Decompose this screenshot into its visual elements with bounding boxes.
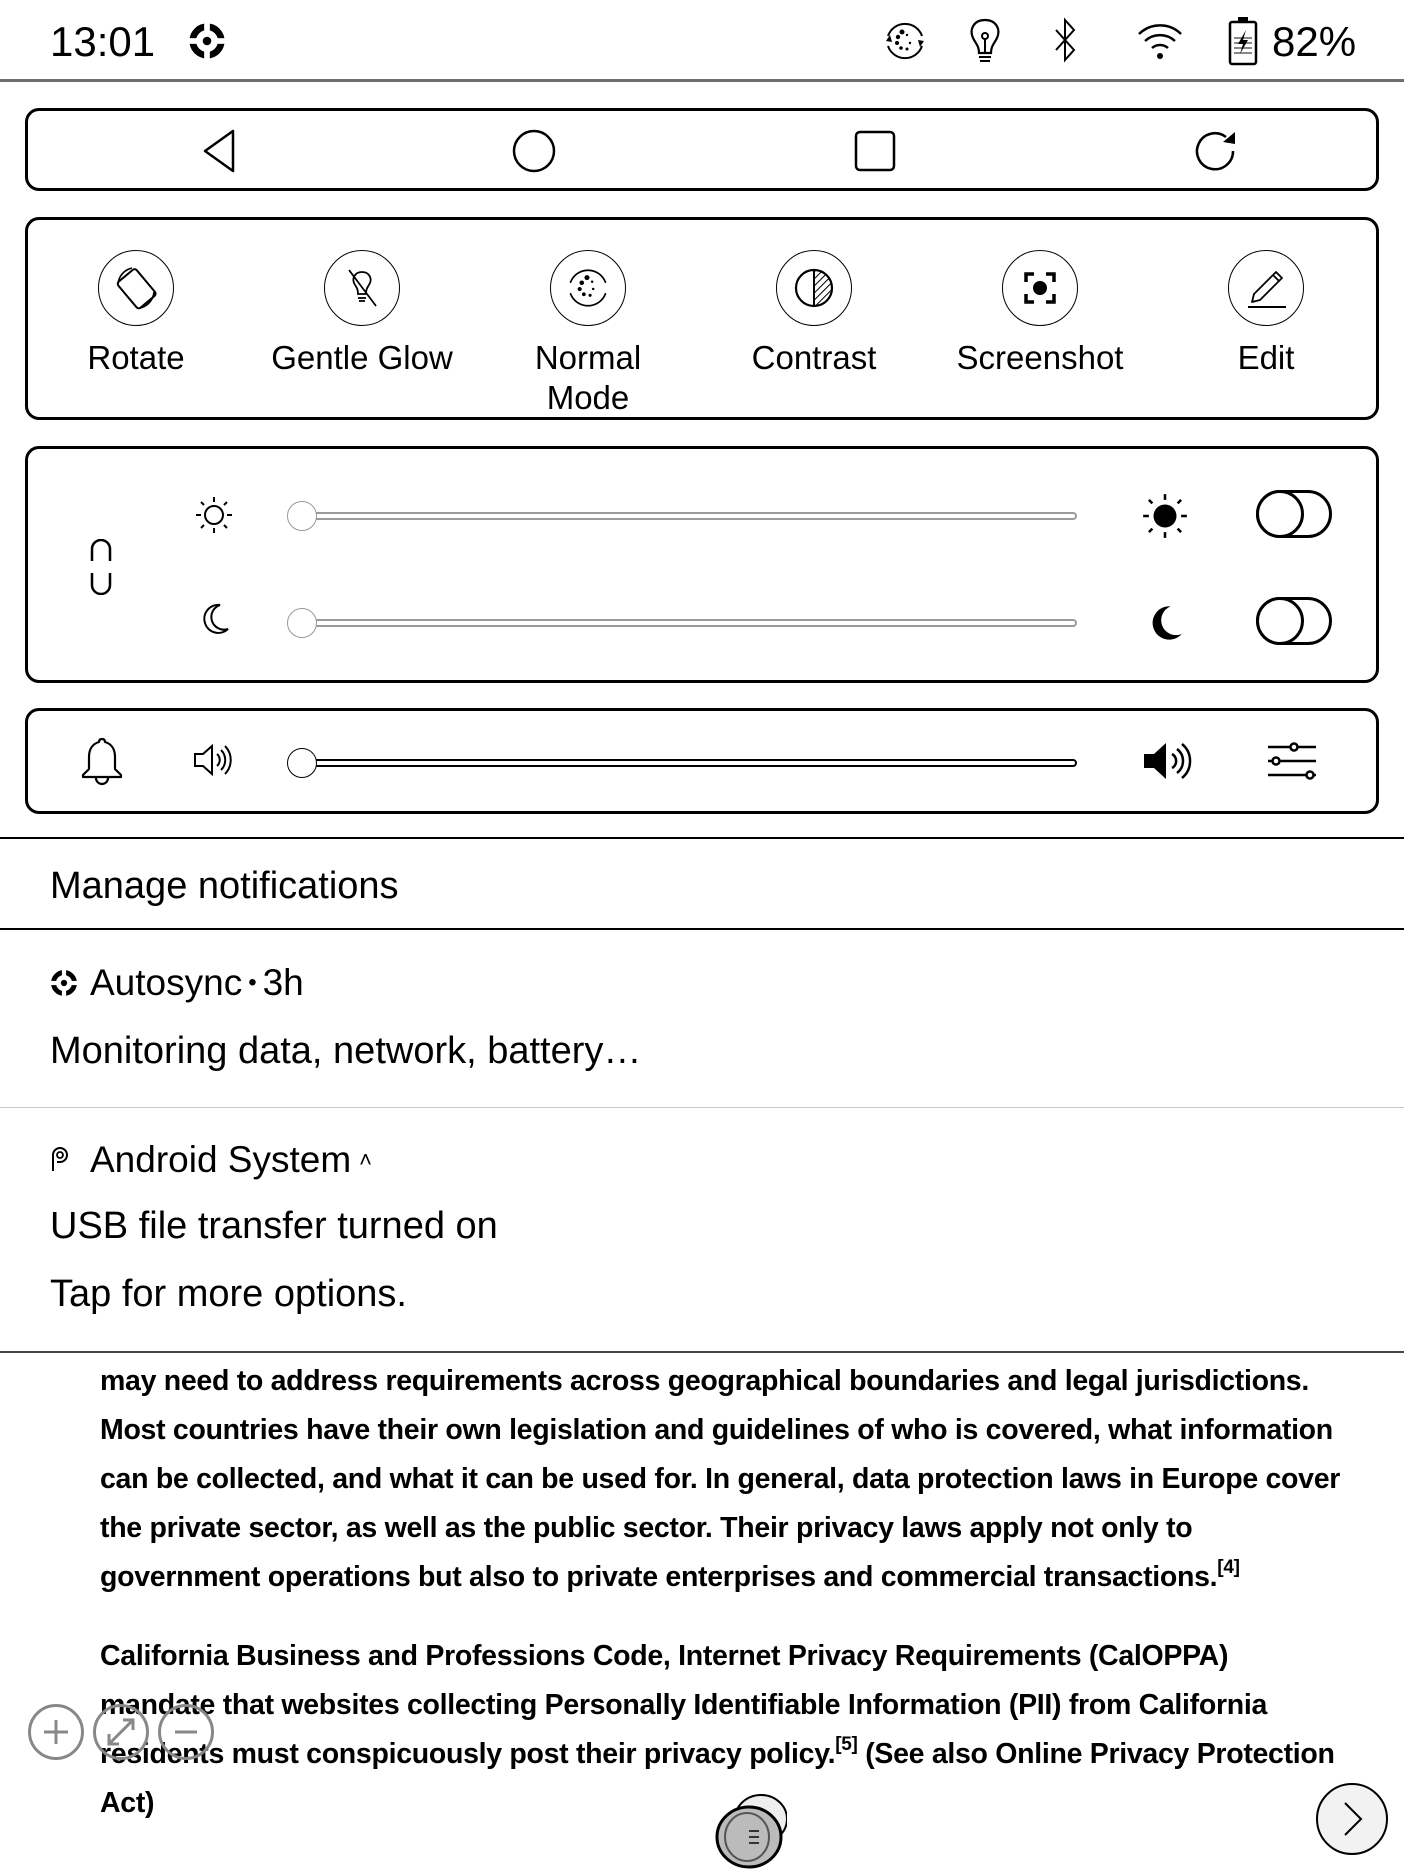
refresh-mode-icon xyxy=(569,269,607,307)
battery-percent: 82% xyxy=(1272,18,1357,65)
bluetooth-icon[interactable] xyxy=(1040,16,1090,66)
warm-light-knob[interactable] xyxy=(287,501,317,531)
manage-notifications-label: Manage notifications xyxy=(50,865,399,907)
cold-light-toggle[interactable] xyxy=(1256,597,1332,645)
cold-light-slider[interactable] xyxy=(287,608,1077,638)
volume-slider[interactable] xyxy=(287,748,1077,778)
rotate-label: Rotate xyxy=(87,339,185,376)
back-triangle-icon xyxy=(203,129,235,173)
sun-outline-icon xyxy=(196,497,232,533)
notification-app-name: Autosync xyxy=(90,962,243,1003)
notification-text: Monitoring data, network, battery… xyxy=(50,1030,642,1072)
recents-button[interactable] xyxy=(847,123,903,179)
back-button[interactable] xyxy=(191,123,247,179)
battery-charging-icon xyxy=(1228,17,1258,66)
contrast-button[interactable]: Contrast xyxy=(714,250,914,378)
minus-icon xyxy=(175,1730,197,1734)
fit-screen-button[interactable] xyxy=(93,1704,149,1760)
frontlight-panel xyxy=(25,446,1379,683)
frontlight-icon[interactable] xyxy=(960,16,1010,66)
android-p-icon xyxy=(52,1147,68,1171)
normal-mode-button[interactable]: Normal Mode xyxy=(488,250,688,418)
notification-text: Tap for more options. xyxy=(50,1273,407,1315)
refresh-icon xyxy=(1195,132,1235,171)
contrast-icon xyxy=(794,268,834,308)
screenshot-icon xyxy=(1024,272,1056,304)
normal-mode-label: Normal Mode xyxy=(534,339,642,416)
plus-icon xyxy=(44,1720,68,1744)
moon-filled-icon xyxy=(1152,606,1182,640)
volume-low-icon xyxy=(194,743,232,777)
notification-shade: Manage notifications Autosync • 3h Monit… xyxy=(0,837,1404,1353)
notification-app-name: Android System xyxy=(90,1139,352,1180)
status-bar: 13:01 82% xyxy=(0,0,1404,82)
expand-chevron-icon[interactable]: ˄ xyxy=(359,1147,372,1173)
volume-track xyxy=(301,759,1077,767)
warm-light-track xyxy=(301,512,1077,520)
expand-arrows-icon xyxy=(107,1718,135,1746)
reference-link[interactable]: [5] xyxy=(835,1734,858,1755)
autosync-icon xyxy=(188,22,226,60)
notification-title: USB file transfer turned on xyxy=(50,1205,498,1247)
clock: 13:01 xyxy=(50,18,156,65)
notification-time: 3h xyxy=(262,962,304,1003)
recents-square-icon xyxy=(854,130,896,172)
warm-light-slider[interactable] xyxy=(287,501,1077,531)
notification-autosync[interactable]: Autosync • 3h Monitoring data, network, … xyxy=(0,932,1404,1108)
link-icon[interactable] xyxy=(88,539,114,595)
volume-knob[interactable] xyxy=(287,748,317,778)
warm-light-toggle[interactable] xyxy=(1256,490,1332,538)
bell-icon[interactable] xyxy=(78,735,126,787)
volume-panel xyxy=(25,708,1379,814)
volume-high-icon xyxy=(1144,743,1192,779)
sliders-icon[interactable] xyxy=(1266,741,1318,783)
wifi-icon[interactable] xyxy=(1135,16,1185,66)
autosync-icon xyxy=(50,969,78,997)
bulb-off-icon xyxy=(348,269,377,307)
quick-settings-panel: Rotate Gentle Glow Normal Mode Contrast xyxy=(25,217,1379,420)
reference-link[interactable]: [4] xyxy=(1217,1557,1240,1578)
home-button[interactable] xyxy=(506,123,562,179)
gentle-glow-label: Gentle Glow xyxy=(271,339,453,376)
sun-filled-icon xyxy=(1143,494,1187,538)
notification-android-system[interactable]: Android System ˄ USB file transfer turne… xyxy=(0,1109,1404,1353)
rotate-button[interactable]: Rotate xyxy=(36,250,236,378)
edit-label: Edit xyxy=(1237,339,1295,376)
floating-assistant-button[interactable] xyxy=(715,1793,787,1869)
notification-separator: • xyxy=(248,969,257,996)
refresh-mode-icon[interactable] xyxy=(880,16,930,66)
screenshot-button[interactable]: Screenshot xyxy=(940,250,1140,378)
moon-outline-icon xyxy=(203,603,229,634)
paragraph: may need to address requirements across … xyxy=(100,1365,1341,1593)
gentle-glow-button[interactable]: Gentle Glow xyxy=(262,250,462,378)
chevron-right-icon xyxy=(1344,1802,1363,1836)
screenshot-label: Screenshot xyxy=(956,339,1124,376)
reader-content: may need to address requirements across … xyxy=(100,1357,1350,1828)
cold-light-track xyxy=(301,619,1077,627)
pencil-icon xyxy=(1248,271,1286,308)
zoom-in-button[interactable] xyxy=(28,1704,84,1760)
cold-light-knob[interactable] xyxy=(287,608,317,638)
navigation-bar xyxy=(25,108,1379,191)
zoom-out-button[interactable] xyxy=(158,1704,214,1760)
home-circle-icon xyxy=(512,129,556,173)
next-page-button[interactable] xyxy=(1316,1783,1388,1855)
refresh-button[interactable] xyxy=(1188,123,1244,179)
contrast-label: Contrast xyxy=(751,339,877,376)
edit-button[interactable]: Edit xyxy=(1166,250,1366,378)
manage-notifications-button[interactable]: Manage notifications xyxy=(0,839,1404,930)
rotate-icon xyxy=(116,267,157,310)
